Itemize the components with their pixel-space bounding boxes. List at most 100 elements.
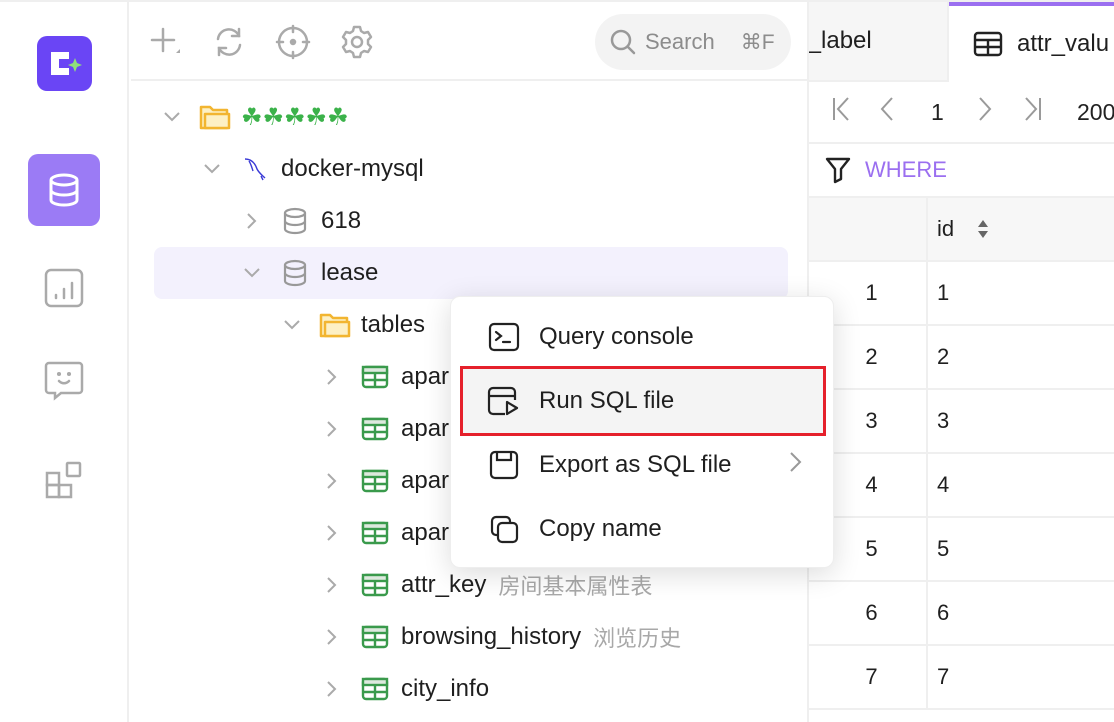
chevron-down-icon[interactable]: [279, 319, 305, 331]
table-row[interactable]: 55: [809, 518, 1114, 582]
first-page-button[interactable]: [831, 96, 853, 128]
search-input[interactable]: Search ⌘F: [595, 14, 791, 70]
table-comment: 浏览历史: [593, 626, 682, 651]
tab-label: t_label: [809, 27, 872, 54]
table-icon: [359, 621, 391, 653]
tree-table[interactable]: city_info: [319, 663, 489, 715]
connection-label: docker-mysql: [281, 155, 424, 182]
sort-icon[interactable]: [976, 218, 990, 240]
pagination-bar: 1 200: [809, 82, 1114, 144]
context-menu: Query console Run SQL file Export as SQL…: [450, 296, 834, 568]
rail-dashboard-button[interactable]: [28, 252, 100, 324]
tab-inactive[interactable]: t_label: [809, 2, 949, 82]
database-label: lease: [321, 259, 379, 286]
tree-table[interactable]: apar: [319, 351, 449, 403]
chevron-right-icon: [979, 97, 992, 121]
tree-connection[interactable]: docker-mysql: [199, 143, 424, 195]
last-page-button[interactable]: [1021, 96, 1043, 128]
page-size[interactable]: 200: [1077, 99, 1114, 126]
table-row[interactable]: 66: [809, 582, 1114, 646]
plus-icon: [150, 27, 180, 53]
copy-icon: [487, 514, 521, 544]
tab-active[interactable]: attr_valu: [949, 2, 1114, 82]
database-icon: [279, 205, 311, 237]
current-page[interactable]: 1: [931, 99, 944, 126]
rail-databases-button[interactable]: [28, 154, 100, 226]
gear-icon: [341, 25, 373, 59]
locate-button[interactable]: [275, 24, 311, 60]
chevron-right-icon[interactable]: [319, 472, 345, 490]
column-header-id[interactable]: id: [928, 216, 990, 242]
app-logo[interactable]: [37, 36, 92, 91]
chevron-right-icon[interactable]: [319, 628, 345, 646]
table-row[interactable]: 22: [809, 326, 1114, 390]
tree-group[interactable]: ☘☘☘☘☘: [159, 91, 349, 143]
menu-item-export-sql-file[interactable]: Export as SQL file: [463, 433, 823, 497]
menu-item-copy-name[interactable]: Copy name: [463, 497, 823, 561]
table-row[interactable]: 11: [809, 262, 1114, 326]
menu-item-run-sql-file[interactable]: Run SQL file: [460, 366, 826, 436]
rail-extensions-button[interactable]: [28, 444, 100, 516]
add-connection-button[interactable]: [147, 24, 183, 60]
tree-table[interactable]: apar: [319, 507, 449, 559]
chevron-right-icon[interactable]: [319, 368, 345, 386]
chevron-right-icon[interactable]: [319, 524, 345, 542]
cell-id[interactable]: 5: [928, 536, 949, 562]
table-row[interactable]: 33: [809, 390, 1114, 454]
table-icon: [359, 517, 391, 549]
prev-page-button[interactable]: [879, 96, 895, 128]
table-label: city_info: [401, 675, 490, 702]
cell-id[interactable]: 7: [928, 664, 949, 690]
search-shortcut: ⌘F: [740, 30, 775, 54]
save-icon: [487, 450, 521, 480]
settings-button[interactable]: [339, 24, 375, 60]
table-row[interactable]: 77: [809, 646, 1114, 710]
chevron-down-icon[interactable]: [239, 267, 265, 279]
cell-id[interactable]: 6: [928, 600, 949, 626]
filter-icon: [825, 157, 851, 184]
mysql-dolphin-icon: [239, 153, 271, 185]
tables-folder-label: tables: [361, 311, 426, 338]
chevron-right-icon[interactable]: [319, 576, 345, 594]
chevron-right-icon[interactable]: [239, 212, 265, 230]
tree-database-selected[interactable]: lease: [154, 247, 788, 299]
table-icon: [359, 413, 391, 445]
tab-label: attr_valu: [1017, 30, 1110, 57]
chevron-right-icon[interactable]: [319, 680, 345, 698]
tree-table[interactable]: browsing_history 浏览历史: [319, 611, 681, 663]
terminal-icon: [487, 322, 521, 352]
chevron-left-icon: [880, 97, 893, 121]
next-page-button[interactable]: [977, 96, 993, 128]
where-filter-input[interactable]: WHERE: [809, 144, 1114, 198]
table-row[interactable]: 44: [809, 454, 1114, 518]
chevron-right-icon[interactable]: [319, 420, 345, 438]
cell-id[interactable]: 4: [928, 472, 949, 498]
table-icon: [359, 465, 391, 497]
tree-table[interactable]: apar: [319, 403, 449, 455]
table-label: attr_key: [401, 571, 487, 598]
row-number: 6: [809, 582, 928, 644]
table-comment: 房间基本属性表: [498, 574, 653, 599]
cell-id[interactable]: 3: [928, 408, 949, 434]
database-label: 618: [321, 207, 362, 234]
chevron-down-icon[interactable]: [199, 163, 225, 175]
menu-item-query-console[interactable]: Query console: [463, 305, 823, 369]
table-data-panel: t_label attr_valu 1 200: [807, 2, 1114, 722]
tree-tables-folder[interactable]: tables: [279, 299, 425, 351]
run-file-icon: [487, 386, 521, 416]
chevron-down-icon[interactable]: [159, 111, 185, 123]
group-label: ☘☘☘☘☘: [241, 103, 349, 131]
chat-smile-icon: [44, 361, 84, 401]
left-rail: [0, 2, 129, 722]
tree-database[interactable]: 618: [239, 195, 361, 247]
cell-id[interactable]: 2: [928, 344, 949, 370]
cell-id[interactable]: 1: [928, 280, 949, 306]
table-label: apar: [401, 467, 450, 494]
table-label: apar: [401, 415, 450, 442]
table-icon: [973, 31, 1003, 57]
tree-table[interactable]: apar: [319, 455, 449, 507]
table-label: apar: [401, 519, 450, 546]
data-grid: id 11 22 33 44 55 66 77: [809, 198, 1114, 710]
refresh-button[interactable]: [211, 24, 247, 60]
rail-chat-button[interactable]: [28, 344, 100, 416]
